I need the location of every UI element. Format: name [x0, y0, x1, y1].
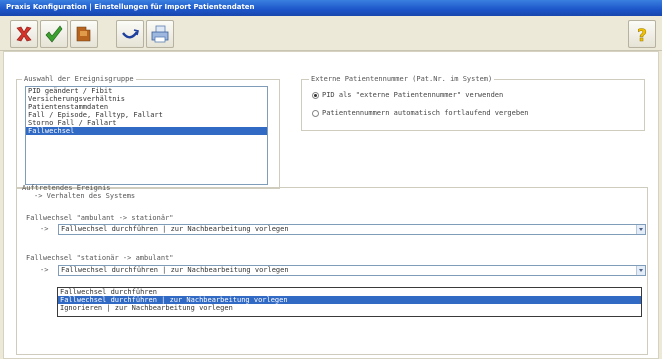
dropdown-option-selected[interactable]: Fallwechsel durchführen | zur Nachbearbe…: [58, 296, 641, 304]
rule1-combo-value: Fallwechsel durchführen | zur Nachbearbe…: [61, 225, 289, 233]
help-icon: ?: [637, 26, 647, 44]
undo-button[interactable]: [116, 20, 144, 48]
event-group-item[interactable]: PID geändert / Fibit: [26, 87, 267, 95]
chevron-down-icon[interactable]: [636, 225, 645, 234]
external-pid-legend: Externe Patientennummer (Pat.Nr. im Syst…: [309, 75, 495, 83]
rule2-label: Fallwechsel "stationär -> ambulant": [26, 254, 174, 262]
checkmark-icon: [45, 25, 63, 43]
chevron-down-icon[interactable]: [636, 266, 645, 275]
rule2-dropdown-list[interactable]: Fallwechsel durchführen Fallwechsel durc…: [57, 287, 642, 317]
rule1-combo[interactable]: Fallwechsel durchführen | zur Nachbearbe…: [58, 224, 646, 235]
folder-button[interactable]: [70, 20, 98, 48]
event-group-item-selected[interactable]: Fallwechsel: [26, 127, 267, 135]
pid-radio[interactable]: [312, 92, 319, 99]
undo-icon: [122, 29, 139, 39]
event-group-list[interactable]: PID geändert / Fibit Versicherungsverhäl…: [25, 86, 268, 185]
svg-text:?: ?: [637, 26, 647, 44]
printer-icon: [151, 25, 169, 43]
occurring-event-legend: Auftretendes Ereignis: [22, 184, 111, 192]
toolbar: ?: [0, 16, 662, 51]
rule2-combo[interactable]: Fallwechsel durchführen | zur Nachbearbe…: [58, 265, 646, 276]
dropdown-option[interactable]: Fallwechsel durchführen: [58, 288, 641, 296]
rule2-arrow: ->: [40, 266, 49, 274]
auto-number-radio[interactable]: [312, 110, 319, 117]
help-button[interactable]: ?: [628, 20, 656, 48]
title-bar: Praxis Konfiguration | Einstellungen für…: [0, 0, 662, 16]
print-button[interactable]: [146, 20, 174, 48]
rule1-label: Fallwechsel "ambulant -> stationär": [26, 214, 174, 222]
rule1-arrow: ->: [40, 225, 49, 233]
event-group-item[interactable]: Versicherungsverhältnis: [26, 95, 267, 103]
delete-button[interactable]: [10, 20, 38, 48]
dropdown-option[interactable]: Ignorieren | zur Nachbearbeitung vorlege…: [58, 304, 641, 312]
event-group-item[interactable]: Patientenstammdaten: [26, 103, 267, 111]
event-group-item[interactable]: Fall / Episode, Falltyp, Fallart: [26, 111, 267, 119]
ok-button[interactable]: [40, 20, 68, 48]
pid-option-label[interactable]: PID als "externe Patientennummer" verwen…: [322, 91, 503, 99]
occurring-event-sublegend: -> Verhalten des Systems: [34, 192, 136, 200]
auto-number-option-label[interactable]: Patientennummern automatisch fortlaufend…: [322, 109, 529, 117]
x-icon: [16, 26, 32, 42]
event-group-item[interactable]: Storno Fall / Fallart: [26, 119, 267, 127]
event-group-legend: Auswahl der Ereignisgruppe: [22, 75, 136, 83]
window-title: Praxis Konfiguration | Einstellungen für…: [6, 3, 255, 11]
folder-icon: [76, 26, 91, 42]
rule2-combo-value: Fallwechsel durchführen | zur Nachbearbe…: [61, 266, 289, 274]
external-pid-frame: [301, 79, 645, 131]
